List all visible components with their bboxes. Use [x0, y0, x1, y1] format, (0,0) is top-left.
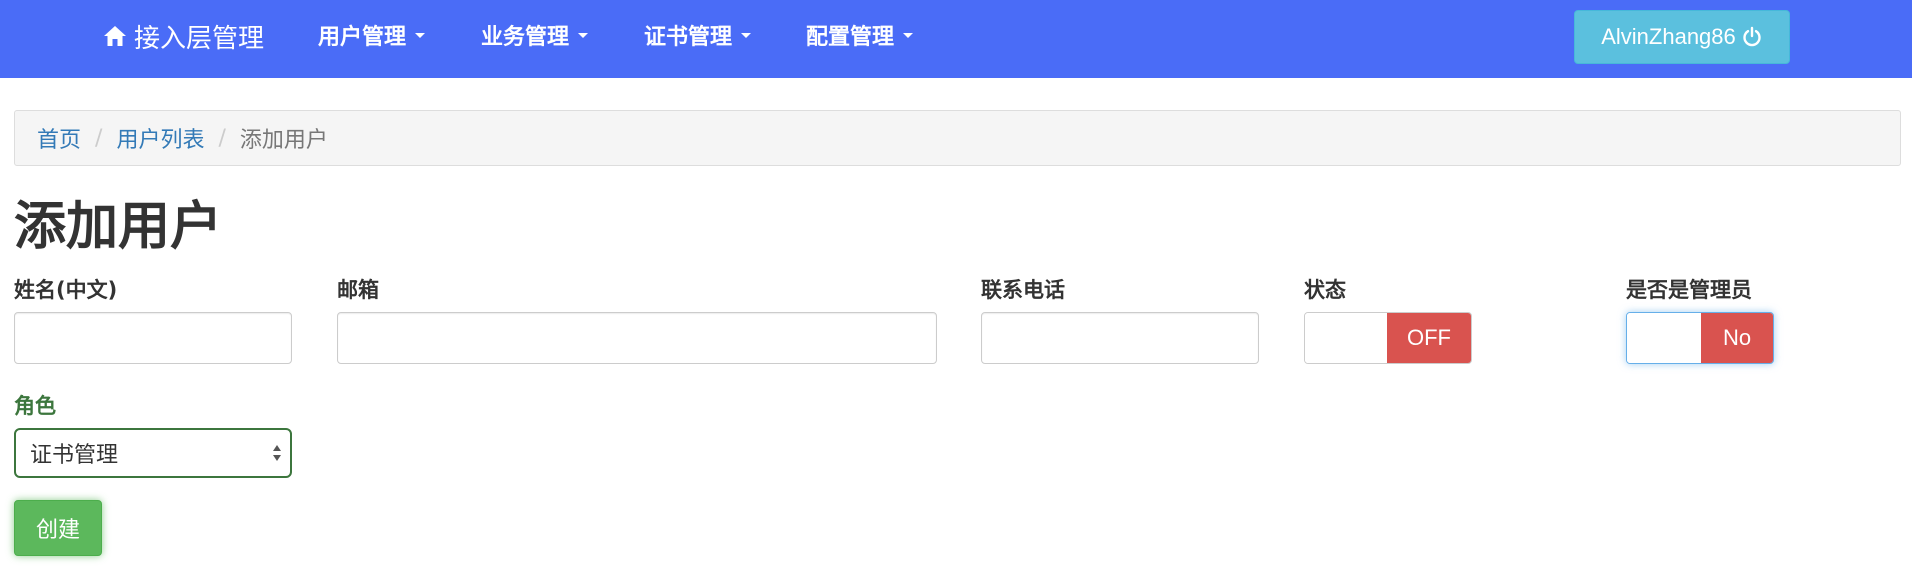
breadcrumb-current: 添加用户 [239, 128, 328, 153]
role-select-value: 证书管理 [30, 443, 119, 468]
nav-menu-label: 业务管理 [481, 25, 570, 50]
phone-label: 联系电话 [981, 278, 1065, 302]
status-toggle[interactable]: OFF [1304, 312, 1472, 364]
nav-menu-certificate-management[interactable]: 证书管理 [644, 20, 752, 50]
status-toggle-off-label: OFF [1387, 313, 1471, 363]
admin-toggle-no-label: No [1701, 313, 1773, 363]
name-label: 姓名(中文) [14, 278, 118, 302]
top-navbar: 接入层管理 用户管理 业务管理 证书管理 配置管理 AlvinZhang86 [0, 0, 1912, 78]
caret-down-icon [578, 32, 589, 38]
phone-input[interactable] [981, 312, 1259, 364]
username-label: AlvinZhang86 [1601, 24, 1736, 49]
caret-down-icon [903, 32, 914, 38]
create-button[interactable]: 创建 [14, 500, 102, 556]
nav-menu-label: 配置管理 [806, 25, 895, 50]
admin-toggle[interactable]: No [1626, 312, 1774, 364]
breadcrumb-home-link[interactable]: 首页 [37, 122, 81, 154]
page-title: 添加用户 [14, 197, 223, 257]
role-select[interactable]: 证书管理 [14, 428, 292, 478]
home-icon [102, 23, 128, 49]
nav-menu-business-management[interactable]: 业务管理 [481, 20, 589, 50]
caret-down-icon [741, 32, 752, 38]
breadcrumb-user-list-link[interactable]: 用户列表 [116, 122, 204, 154]
toggle-handle [1627, 313, 1701, 363]
user-logout-button[interactable]: AlvinZhang86 [1574, 10, 1790, 64]
breadcrumb-separator: / [218, 125, 226, 151]
nav-menu-user-management[interactable]: 用户管理 [318, 20, 426, 50]
brand-link[interactable]: 接入层管理 [102, 16, 264, 56]
nav-menu-config-management[interactable]: 配置管理 [806, 20, 914, 50]
breadcrumb-separator: / [95, 125, 103, 151]
email-label: 邮箱 [337, 278, 379, 302]
breadcrumb: 首页 / 用户列表 / 添加用户 [14, 110, 1901, 166]
brand-label: 接入层管理 [134, 23, 265, 54]
toggle-handle [1305, 313, 1387, 363]
name-input[interactable] [14, 312, 292, 364]
status-label: 状态 [1304, 278, 1346, 302]
role-label: 角色 [14, 394, 56, 418]
power-icon [1741, 26, 1763, 48]
nav-menu-label: 证书管理 [644, 25, 733, 50]
email-input[interactable] [337, 312, 937, 364]
nav-menu-label: 用户管理 [318, 25, 407, 50]
caret-down-icon [415, 32, 426, 38]
select-arrows-icon [272, 442, 282, 464]
admin-label: 是否是管理员 [1626, 278, 1752, 302]
